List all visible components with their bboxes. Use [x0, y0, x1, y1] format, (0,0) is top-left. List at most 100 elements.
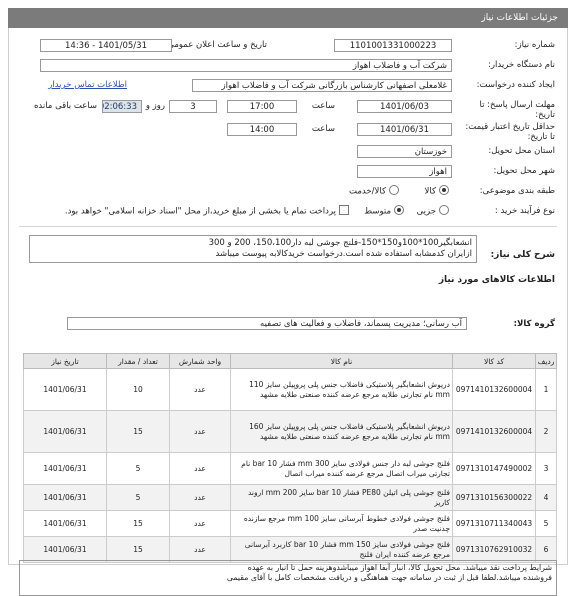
row-number: 3 — [535, 452, 557, 485]
item-qty: 10 — [106, 368, 170, 411]
item-unit: عدد — [169, 452, 231, 485]
col-qty: تعداد / مقدار — [106, 353, 170, 369]
category-goods-radio[interactable] — [439, 185, 449, 195]
item-unit: عدد — [169, 536, 231, 563]
item-code: 0971310711340043 — [452, 510, 536, 537]
item-qty: 15 — [106, 510, 170, 537]
col-row: ردیف — [535, 353, 557, 369]
table-row[interactable]: 6 0971310762910032 فلنج جوشی فولادی سایز… — [23, 536, 557, 563]
notes-line-1: شرایط پرداخت نقد میباشد. محل تحویل کالا،… — [247, 563, 552, 572]
row-number: 6 — [535, 536, 557, 563]
validity-time-field: 14:00 — [227, 123, 297, 136]
item-date: 1401/06/31 — [23, 452, 107, 485]
deadline-time-field: 17:00 — [227, 100, 297, 113]
item-qty: 5 — [106, 452, 170, 485]
item-qty: 15 — [106, 536, 170, 563]
item-name: فلنج جوشی فولادی سایز 150 mm فشار 10 bar… — [230, 536, 453, 563]
item-code: 0971410132600004 — [452, 368, 536, 411]
treasury-payment-checkbox[interactable] — [339, 205, 349, 215]
goods-group-label: گروه کالا: — [513, 319, 555, 329]
need-number-field: 1101001331000223 — [334, 39, 452, 52]
buyer-notes: شرایط پرداخت نقد میباشد. محل تحویل کالا،… — [19, 560, 557, 596]
table-row[interactable]: 2 0971410132600004 دریوش انشعابگیر پلاست… — [23, 410, 557, 453]
description-box: انشعابگیر100*100و150*150-فلنج جوشی لبه د… — [29, 235, 477, 263]
item-date: 1401/06/31 — [23, 510, 107, 537]
col-unit: واحد شمارش — [169, 353, 231, 369]
item-date: 1401/06/31 — [23, 368, 107, 411]
col-code: کد کالا — [452, 353, 536, 369]
validity-time-word: ساعت — [311, 124, 335, 134]
requester-field: غلامعلی اصفهانی کارشناس بازرگانی شرکت آب… — [192, 79, 452, 92]
deadline-time-word: ساعت — [311, 101, 335, 111]
description-label: شرح کلی نیاز: — [490, 250, 555, 260]
col-name: نام کالا — [230, 353, 453, 369]
validity-label: حداقل تاریخ اعتبار قیمت: تا تاریخ: — [465, 122, 555, 142]
notes-line-2: فروشنده میباشد.لطفا قبل از ثبت در سامانه… — [226, 573, 552, 582]
deadline-date-field: 1401/06/03 — [357, 100, 452, 113]
days-word: روز و — [145, 101, 165, 111]
item-code: 0971310762910032 — [452, 536, 536, 563]
item-name: دریوش انشعابگیر پلاستیکی فاضلاب جنس پلی … — [230, 368, 453, 411]
need-number-label: شماره نیاز: — [514, 40, 555, 50]
requester-label: ایجاد کننده درخواست: — [476, 80, 555, 90]
item-name: فلنج جوشی فولادی خطوط آبرسانی سایز 100 m… — [230, 510, 453, 537]
item-unit: عدد — [169, 410, 231, 453]
need-details-panel: شماره نیاز: 1101001331000223 تاریخ و ساع… — [8, 28, 568, 596]
announce-label: تاریخ و ساعت اعلان عمومی: — [164, 40, 267, 50]
province-label: استان محل تحویل: — [488, 146, 555, 156]
process-medium-option[interactable]: متوسط — [364, 205, 407, 217]
remaining-word: ساعت باقی مانده — [33, 101, 97, 111]
item-qty: 5 — [106, 484, 170, 511]
category-goods-option[interactable]: کالا — [425, 185, 452, 197]
item-qty: 15 — [106, 410, 170, 453]
row-number: 5 — [535, 510, 557, 537]
table-header-row: ردیف کد کالا نام کالا واحد شمارش تعداد /… — [23, 353, 557, 369]
goods-table: ردیف کد کالا نام کالا واحد شمارش تعداد /… — [23, 353, 557, 563]
table-row[interactable]: 5 0971310711340043 فلنج جوشی فولادی خطوط… — [23, 510, 557, 537]
city-field: اهواز — [357, 165, 452, 178]
row-number: 2 — [535, 410, 557, 453]
city-label: شهر محل تحویل: — [493, 166, 555, 176]
item-date: 1401/06/31 — [23, 484, 107, 511]
col-date: تاریخ نیاز — [23, 353, 107, 369]
item-unit: عدد — [169, 368, 231, 411]
table-row[interactable]: 3 0971310147490002 فلنج جوشی لبه دار جنس… — [23, 452, 557, 485]
description-line-2: ازایران کدمشابه استفاده شده است.درخواست … — [215, 249, 473, 259]
province-field: خوزستان — [357, 145, 452, 158]
page-title: جزئيات اطلاعات نياز — [481, 13, 558, 23]
item-code: 0971410132600004 — [452, 410, 536, 453]
category-goods-service-option[interactable]: کالا/خدمت — [349, 185, 402, 197]
buyer-org-field: شرکت آب و فاضلاب اهواز — [40, 59, 452, 72]
item-date: 1401/06/31 — [23, 536, 107, 563]
description-line-1: انشعابگیر100*100و150*150-فلنج جوشی لبه د… — [208, 238, 472, 248]
days-field: 3 — [169, 100, 217, 113]
item-name: فلنج جوشی لبه دار جنس فولادی سایز 300 mm… — [230, 452, 453, 485]
process-medium-radio[interactable] — [394, 205, 404, 215]
row-number: 4 — [535, 484, 557, 511]
process-partial-option[interactable]: جزیی — [417, 205, 452, 217]
divider — [19, 226, 557, 227]
validity-date-field: 1401/06/31 — [357, 123, 452, 136]
page-header: جزئيات اطلاعات نياز — [8, 8, 568, 28]
item-unit: عدد — [169, 510, 231, 537]
item-unit: عدد — [169, 484, 231, 511]
treasury-payment-option[interactable]: پرداخت تمام یا بخشی از مبلغ خرید،از محل … — [65, 205, 352, 217]
category-goods-service-radio[interactable] — [389, 185, 399, 195]
goods-info-title: اطلاعات کالاهای مورد نیاز — [438, 275, 555, 285]
table-row[interactable]: 1 0971410132600004 دریوش انشعابگیر پلاست… — [23, 368, 557, 411]
remaining-time-field: 02:06:33 — [102, 100, 142, 113]
process-label: نوع فرآیند خرید : — [494, 206, 555, 216]
item-date: 1401/06/31 — [23, 410, 107, 453]
row-number: 1 — [535, 368, 557, 411]
item-name: فلنج جوشی پلی اتیلن PE80 فشار 10 bar سای… — [230, 484, 453, 511]
process-partial-radio[interactable] — [439, 205, 449, 215]
item-name: دریوش انشعابگیر پلاستیکی فاضلاب جنس پلی … — [230, 410, 453, 453]
buyer-contact-link[interactable]: اطلاعات تماس خریدار — [48, 80, 127, 90]
deadline-label: مهلت ارسال پاسخ: تا تاریخ: — [479, 100, 555, 120]
buyer-org-label: نام دستگاه خریدار: — [488, 60, 555, 70]
goods-group-field: آب رسانی؛ مدیریت پسماند، فاضلاب و فعالیت… — [67, 317, 467, 330]
item-code: 0971310156300022 — [452, 484, 536, 511]
announce-field: 1401/05/31 - 14:36 — [40, 39, 172, 52]
item-code: 0971310147490002 — [452, 452, 536, 485]
table-row[interactable]: 4 0971310156300022 فلنج جوشی پلی اتیلن P… — [23, 484, 557, 511]
